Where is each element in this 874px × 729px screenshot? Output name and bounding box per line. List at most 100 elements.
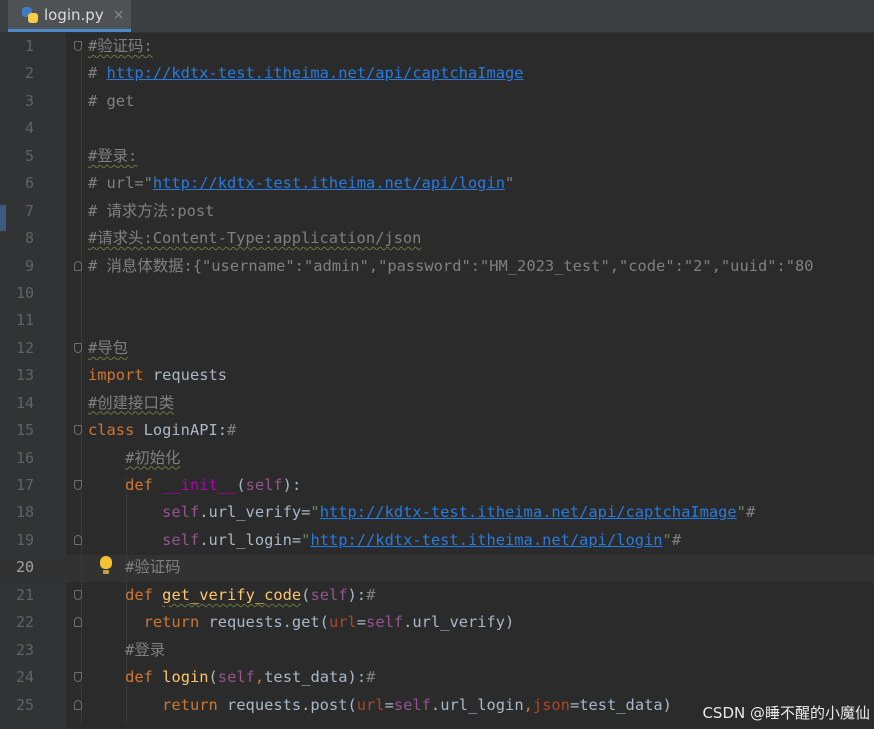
- fold-end-icon[interactable]: [74, 699, 82, 710]
- line-number: 4: [24, 119, 34, 138]
- code-text: #初始化: [88, 445, 180, 472]
- code-token: def: [125, 585, 153, 604]
- code-line[interactable]: 23 #登录: [0, 637, 874, 664]
- code-line[interactable]: 10: [0, 280, 874, 307]
- fold-collapse-icon[interactable]: [74, 480, 82, 491]
- code-line[interactable]: 16 #初始化: [0, 445, 874, 472]
- fold-collapse-icon[interactable]: [74, 41, 82, 51]
- code-line[interactable]: 7 # 请求方法:post: [0, 198, 874, 225]
- code-token: =: [384, 695, 394, 714]
- code-text: # url="http://kdtx-test.itheima.net/api/…: [88, 170, 514, 197]
- code-line[interactable]: 15 class LoginAPI:#: [0, 417, 874, 444]
- code-token: self: [162, 503, 200, 522]
- code-line[interactable]: 22 return requests.get(url=self.url_veri…: [0, 609, 874, 636]
- code-line[interactable]: 18 self.url_verify="http://kdtx-test.ith…: [0, 499, 874, 526]
- code-token: #: [671, 530, 682, 549]
- code-token: LoginAPI:: [134, 421, 228, 440]
- code-token: ,: [523, 695, 533, 714]
- line-number: 21: [15, 585, 34, 604]
- code-line[interactable]: 19 self.url_login= "http://kdtx-test.ithe…: [0, 527, 874, 554]
- line-number: 6: [24, 174, 34, 193]
- code-line[interactable]: 8 #请求头:Content-Type:application/json: [0, 225, 874, 252]
- line-number: 23: [15, 640, 34, 659]
- code-text: #登录:: [88, 143, 137, 170]
- code-line[interactable]: 17 def __init__(self):: [0, 472, 874, 499]
- code-token: ": [310, 503, 320, 522]
- line-number: 13: [15, 366, 34, 385]
- code-token: #登录:: [88, 146, 138, 165]
- code-token: # 消息体数据:{"username":"admin","password":"…: [88, 256, 814, 275]
- line-number: 25: [15, 695, 34, 714]
- line-number: 20: [15, 558, 34, 577]
- code-line[interactable]: 9 # 消息体数据:{"username":"admin","password":…: [0, 253, 874, 280]
- code-token: self: [217, 668, 255, 687]
- code-line[interactable]: 13 import requests: [0, 362, 874, 389]
- code-text: self.url_login= "http://kdtx-test.itheima…: [88, 527, 681, 554]
- line-number: 10: [15, 283, 34, 302]
- close-icon[interactable]: ×: [113, 7, 125, 23]
- code-token: login: [162, 668, 209, 687]
- code-token: .url_verify): [403, 613, 515, 632]
- code-line[interactable]: 12 #导包: [0, 335, 874, 362]
- code-text: return requests.get(url=self.url_verify): [88, 609, 515, 636]
- line-number: 9: [24, 256, 34, 275]
- code-line[interactable]: 20 #验证码: [0, 554, 874, 581]
- code-line[interactable]: 2 # http://kdtx-test.itheima.net/api/capt…: [0, 60, 874, 87]
- fold-collapse-icon[interactable]: [74, 342, 82, 353]
- code-token: http://kdtx-test.itheima.net/api/login: [310, 530, 663, 549]
- tab-title: login.py: [44, 5, 104, 24]
- code-line[interactable]: 4: [0, 115, 874, 142]
- line-number: 19: [15, 530, 34, 549]
- code-token: (: [236, 476, 246, 495]
- fold-end-icon[interactable]: [74, 534, 82, 545]
- code-token: class: [88, 421, 135, 440]
- line-number: 1: [24, 37, 34, 55]
- code-line[interactable]: 21 def get_verify_code(self):#: [0, 582, 874, 609]
- code-line[interactable]: 11: [0, 307, 874, 334]
- code-token: =: [356, 613, 367, 632]
- code-line[interactable]: 6 # url="http://kdtx-test.itheima.net/api…: [0, 170, 874, 197]
- code-text: def __init__(self):: [88, 472, 301, 499]
- lightbulb-icon[interactable]: [98, 556, 114, 578]
- code-line[interactable]: 24 def login(self,test_data):#: [0, 664, 874, 691]
- line-number: 12: [15, 338, 34, 357]
- code-token: requests: [143, 366, 228, 385]
- line-number: 17: [15, 476, 34, 495]
- fold-end-icon[interactable]: [74, 617, 82, 628]
- code-text: import requests: [88, 362, 227, 389]
- code-text: # 请求方法:post: [88, 198, 214, 225]
- code-text: self.url_verify="http://kdtx-test.itheim…: [88, 499, 755, 526]
- code-token: # 请求方法:post: [88, 201, 215, 220]
- code-text: def get_verify_code(self):#: [88, 582, 375, 609]
- code-token: ": [736, 503, 746, 522]
- code-line[interactable]: 14 #创建接口类: [0, 390, 874, 417]
- code-token: ": [662, 530, 672, 549]
- code-token: import: [88, 366, 144, 385]
- python-file-icon: [22, 6, 38, 23]
- code-token: #: [366, 585, 376, 604]
- code-token: http://kdtx-test.itheima.net/api/login: [152, 174, 505, 193]
- fold-collapse-icon[interactable]: [74, 425, 82, 436]
- code-token: return: [162, 695, 218, 714]
- code-line[interactable]: 3 # get: [0, 88, 874, 115]
- code-text: # http://kdtx-test.itheima.net/api/captc…: [88, 60, 524, 87]
- code-line[interactable]: 5 #登录:: [0, 143, 874, 170]
- code-line[interactable]: 1 #验证码:: [0, 33, 874, 60]
- file-tab-login-py[interactable]: login.py ×: [8, 0, 131, 32]
- code-token: .url_verify=: [199, 503, 311, 522]
- code-text: #导包: [88, 335, 128, 362]
- code-token: #登录: [125, 640, 166, 659]
- fold-end-icon[interactable]: [74, 260, 82, 271]
- fold-collapse-icon[interactable]: [74, 672, 82, 683]
- code-token: url: [328, 613, 357, 632]
- code-token: self: [393, 695, 431, 714]
- fold-collapse-icon[interactable]: [74, 589, 82, 600]
